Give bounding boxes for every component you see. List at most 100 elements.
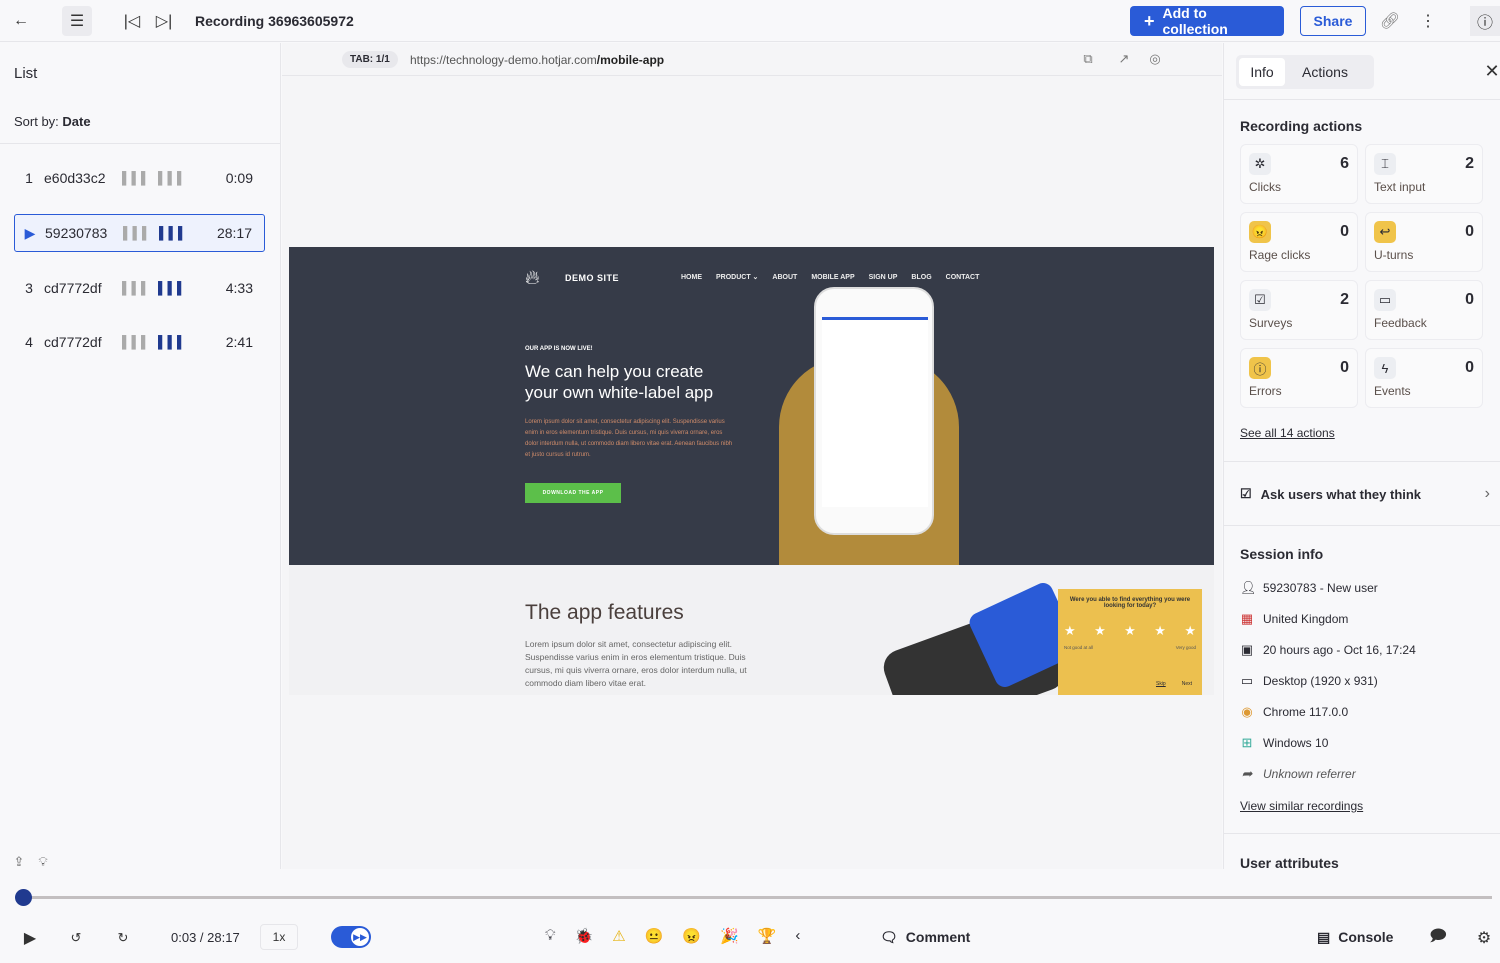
export-icon[interactable]: ⇪: [10, 853, 28, 871]
site-nav-item[interactable]: MOBILE APP: [811, 274, 854, 281]
panel-tabs: Info Actions: [1236, 55, 1374, 89]
console-button[interactable]: ▤ Console: [1317, 929, 1393, 946]
action-card-text-input[interactable]: ⌶ 2 Text input: [1365, 144, 1483, 204]
survey-widget: Were you able to find everything you wer…: [1058, 589, 1202, 695]
survey-icon: ☑: [1240, 486, 1252, 501]
see-all-actions-link[interactable]: See all 14 actions: [1240, 426, 1335, 440]
share-button[interactable]: Share: [1300, 6, 1366, 36]
activity-bars: ▌▌▌: [122, 171, 151, 185]
site-headline: We can help you create your own white-lab…: [525, 362, 714, 402]
site-nav-item[interactable]: HOME: [681, 274, 702, 281]
tab-info[interactable]: Info: [1239, 58, 1285, 86]
flag-uk-icon: ▦: [1240, 611, 1254, 626]
trophy-icon[interactable]: 🏆: [758, 927, 777, 945]
site-kicker: OUR APP IS NOW LIVE!: [525, 346, 593, 352]
timeline-handle[interactable]: [15, 889, 32, 906]
rage-click-icon: 😠: [1249, 221, 1271, 243]
click-icon: ✲: [1249, 153, 1271, 175]
comment-button[interactable]: 🗨︎ Comment: [880, 929, 970, 946]
activity-bars: ▌▌▌: [159, 226, 188, 240]
lightbulb-icon[interactable]: 💡︎: [34, 853, 52, 871]
features-body: Lorem ipsum dolor sit amet, consectetur …: [525, 639, 747, 688]
lightbulb-icon[interactable]: 💡︎: [545, 927, 556, 945]
feedback-icon[interactable]: 🗩︎: [1428, 928, 1448, 948]
event-icon: ϟ: [1374, 357, 1396, 379]
speed-button[interactable]: 1x: [260, 924, 298, 950]
action-card-surveys[interactable]: ☑ 2 Surveys: [1240, 280, 1358, 340]
chevron-left-icon[interactable]: ‹: [795, 927, 800, 945]
play-icon: ▶: [24, 224, 36, 241]
forward-10-icon[interactable]: ↻: [113, 928, 133, 948]
copy-icon[interactable]: ⧉: [1080, 51, 1096, 67]
list-icon[interactable]: ☰: [62, 6, 92, 36]
action-card-clicks[interactable]: ✲ 6 Clicks: [1240, 144, 1358, 204]
next-recording-icon[interactable]: ▷|: [152, 8, 176, 34]
warning-icon[interactable]: ⚠: [612, 927, 625, 945]
settings-icon[interactable]: ⚙: [1474, 928, 1494, 948]
phone-image: [814, 287, 934, 535]
top-bar: ← ☰ |◁ ▷| Recording 36963605972 + Add to …: [0, 0, 1500, 42]
survey-next[interactable]: Next: [1182, 681, 1192, 687]
chevron-right-icon: ›: [1484, 485, 1490, 502]
bug-icon[interactable]: 🐞: [575, 927, 594, 945]
timeline-scrubber[interactable]: [30, 896, 1492, 899]
activity-bars: ▌▌▌: [158, 281, 187, 295]
link-icon[interactable]: 🔗︎: [1378, 8, 1402, 34]
session-device: ▭ Desktop (1920 x 931): [1240, 673, 1378, 688]
target-icon[interactable]: ◎: [1147, 51, 1163, 67]
session-country: ▦ United Kingdom: [1240, 611, 1349, 626]
angry-face-icon[interactable]: 😠: [682, 927, 701, 945]
site-nav-item[interactable]: BLOG: [911, 274, 931, 281]
site-nav-item[interactable]: CONTACT: [946, 274, 980, 281]
back-icon[interactable]: ←: [8, 8, 34, 34]
info-icon[interactable]: ⓘ: [1470, 6, 1500, 36]
site-nav-item[interactable]: PRODUCT ⌄: [716, 274, 758, 281]
party-icon[interactable]: 🎉: [720, 927, 739, 945]
open-external-icon[interactable]: ↗: [1116, 51, 1132, 67]
activity-bars: ▌▌▌: [122, 281, 151, 295]
site-nav-item[interactable]: SIGN UP: [869, 274, 898, 281]
previous-recording-icon[interactable]: |◁: [120, 8, 144, 34]
play-icon[interactable]: ▶: [20, 928, 40, 948]
action-card-events[interactable]: ϟ 0 Events: [1365, 348, 1483, 408]
ask-users-row[interactable]: ☑ Ask users what they think ›: [1240, 485, 1490, 503]
view-similar-link[interactable]: View similar recordings: [1240, 799, 1363, 813]
action-card-errors[interactable]: ⓘ 0 Errors: [1240, 348, 1358, 408]
add-to-collection-button[interactable]: + Add to collection: [1130, 5, 1284, 37]
recording-title: Recording 36963605972: [195, 13, 354, 29]
neutral-face-icon[interactable]: 😐: [645, 927, 664, 945]
sort-selector[interactable]: Sort by: Date: [14, 114, 91, 129]
activity-bars: ▌▌▌: [123, 226, 152, 240]
session-browser: ◉ Chrome 117.0.0: [1241, 704, 1349, 719]
recording-row-selected[interactable]: ▶ 59230783 ▌▌▌ ▌▌▌ 28:17: [14, 214, 265, 252]
features-title: The app features: [525, 601, 684, 624]
rating-stars[interactable]: ★ ★ ★ ★ ★: [1064, 623, 1196, 639]
error-icon: ⓘ: [1249, 357, 1271, 379]
plus-icon: +: [1144, 10, 1155, 31]
survey-skip[interactable]: Skip: [1156, 681, 1166, 687]
download-app-button[interactable]: DOWNLOAD THE APP: [525, 483, 621, 503]
calendar-icon: ▣: [1240, 642, 1254, 657]
tab-actions[interactable]: Actions: [1285, 58, 1365, 86]
page-url[interactable]: https://technology-demo.hotjar.com/mobil…: [410, 53, 664, 67]
recording-row[interactable]: 3 cd7772df ▌▌▌ ▌▌▌ 4:33: [14, 269, 265, 307]
close-icon[interactable]: ✕: [1482, 61, 1500, 81]
console-icon: ▤: [1317, 929, 1331, 945]
site-nav: HOME PRODUCT ⌄ ABOUT MOBILE APP SIGN UP BLOG C…: [681, 273, 993, 281]
feedback-icon: ▭: [1374, 289, 1396, 311]
site-features: The app features Lorem ipsum dolor sit a…: [289, 565, 1214, 695]
chrome-icon: ◉: [1241, 704, 1253, 719]
rewind-10-icon[interactable]: ↺: [66, 928, 86, 948]
site-brand: DEMO SITE: [565, 273, 620, 283]
skip-inactivity-toggle[interactable]: ▶▶: [331, 926, 371, 948]
recording-row[interactable]: 4 cd7772df ▌▌▌ ▌▌▌ 2:41: [14, 323, 265, 361]
more-icon[interactable]: ⋮: [1416, 8, 1440, 34]
session-os: ⊞ Windows 10: [1241, 735, 1329, 750]
site-nav-item[interactable]: ABOUT: [772, 274, 797, 281]
list-title: List: [14, 65, 38, 82]
action-card-u-turns[interactable]: ↩ 0 U-turns: [1365, 212, 1483, 272]
windows-icon: ⊞: [1241, 735, 1253, 750]
action-card-feedback[interactable]: ▭ 0 Feedback: [1365, 280, 1483, 340]
action-card-rage-clicks[interactable]: 😠 0 Rage clicks: [1240, 212, 1358, 272]
recording-row[interactable]: 1 e60d33c2 ▌▌▌ ▌▌▌ 0:09: [14, 159, 265, 197]
